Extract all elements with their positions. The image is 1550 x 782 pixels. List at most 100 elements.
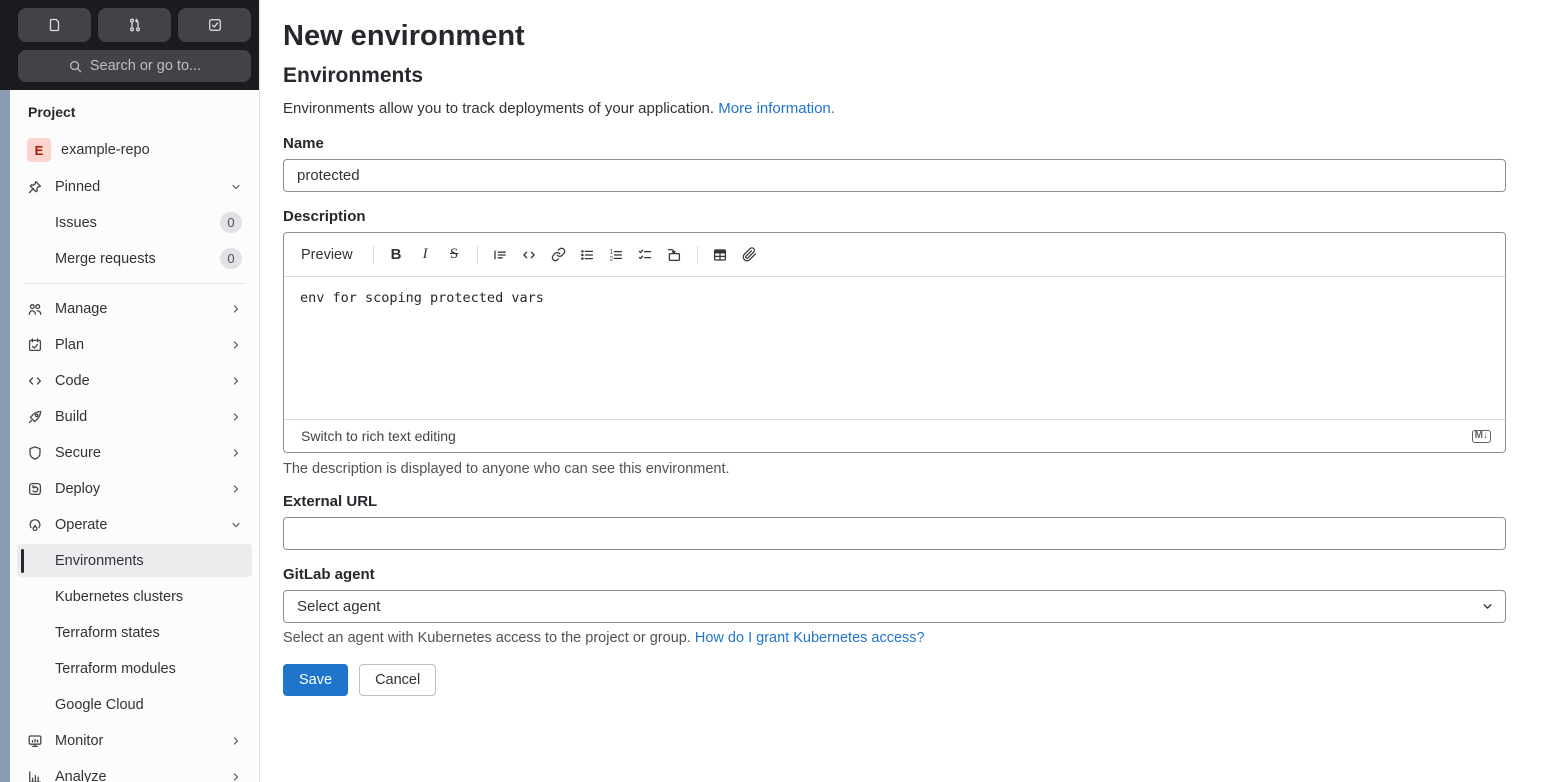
markdown-body: env for scoping protected vars xyxy=(284,277,1505,419)
quote-button[interactable] xyxy=(487,241,514,268)
table-button[interactable] xyxy=(707,241,734,268)
markdown-footer: Switch to rich text editing M↓ xyxy=(284,419,1505,452)
sidebar-item-issues[interactable]: Issues 0 xyxy=(17,206,252,239)
shortcut-row xyxy=(18,8,251,42)
collapsible-section-icon xyxy=(666,247,682,263)
name-input[interactable] xyxy=(283,159,1506,192)
code-icon xyxy=(521,247,537,263)
toolbar-divider xyxy=(372,245,374,264)
sidebar-item-deploy[interactable]: Deploy xyxy=(17,472,252,505)
chevron-right-icon xyxy=(230,483,242,495)
kubernetes-access-link[interactable]: How do I grant Kubernetes access? xyxy=(695,630,925,646)
sidebar-item-project[interactable]: E example-repo xyxy=(17,132,252,168)
external-url-input[interactable] xyxy=(283,517,1506,550)
bullet-list-button[interactable] xyxy=(574,241,601,268)
todo-list-shortcut-button[interactable] xyxy=(178,8,251,42)
intro-text: Environments allow you to track deployme… xyxy=(283,100,835,117)
strikethrough-button[interactable]: S xyxy=(441,241,468,268)
sidebar-item-merge-requests[interactable]: Merge requests 0 xyxy=(17,242,252,275)
sidebar-item-kubernetes-clusters[interactable]: Kubernetes clusters xyxy=(17,580,252,613)
sidebar-item-label: Environments xyxy=(55,552,144,569)
sidebar-item-label: Issues xyxy=(55,214,97,231)
chevron-right-icon xyxy=(230,771,242,782)
code-button[interactable] xyxy=(516,241,543,268)
app-window: Search or go to... Project E example-rep… xyxy=(0,0,1550,782)
sidebar-item-label: Kubernetes clusters xyxy=(55,588,184,605)
agent-helper-text: Select an agent with Kubernetes access t… xyxy=(283,630,925,646)
globe-pod-icon xyxy=(27,517,43,533)
bold-button[interactable]: B xyxy=(383,241,410,268)
agent-select[interactable]: Select agent xyxy=(283,590,1506,623)
more-information-link[interactable]: More information. xyxy=(718,100,835,117)
sidebar-item-pinned[interactable]: Pinned xyxy=(17,170,252,203)
merge-request-icon xyxy=(127,17,143,33)
sidebar-header: Search or go to... xyxy=(10,0,259,90)
sidebar-item-operate[interactable]: Operate xyxy=(17,508,252,541)
todo-check-icon xyxy=(207,17,223,33)
sidebar-item-label: Merge requests xyxy=(55,250,156,267)
section-title: Environments xyxy=(283,64,424,87)
chevron-down-icon xyxy=(230,181,242,193)
italic-icon: I xyxy=(422,246,428,262)
task-list-button[interactable] xyxy=(632,241,659,268)
collapsible-section-button[interactable] xyxy=(661,241,688,268)
description-field-group: Description Preview B I S 1 2 env for sc… xyxy=(283,208,1506,477)
sidebar-item-secure[interactable]: Secure xyxy=(17,436,252,469)
sidebar-item-code[interactable]: Code xyxy=(17,364,252,397)
cancel-button[interactable]: Cancel xyxy=(359,664,437,696)
bold-icon: B xyxy=(390,246,402,263)
sidebar-item-label: Monitor xyxy=(55,732,104,749)
description-textarea[interactable]: env for scoping protected vars xyxy=(300,288,1489,408)
italic-button[interactable]: I xyxy=(412,241,439,268)
table-icon xyxy=(712,247,728,263)
form-actions: Save Cancel xyxy=(283,664,1506,696)
numbered-list-button[interactable]: 12 xyxy=(603,241,630,268)
merge-requests-shortcut-button[interactable] xyxy=(98,8,171,42)
quote-icon xyxy=(492,247,508,263)
project-avatar: E xyxy=(27,138,51,162)
attach-file-button[interactable] xyxy=(736,241,763,268)
agent-field-group: GitLab agent Select agent Select an agen… xyxy=(283,566,1506,646)
markdown-editor: Preview B I S 1 2 env for scoping protec… xyxy=(283,232,1506,453)
project-name: example-repo xyxy=(61,142,150,158)
preview-tab[interactable]: Preview xyxy=(301,247,353,263)
sidebar-item-label: Build xyxy=(55,408,88,425)
search-input[interactable]: Search or go to... xyxy=(18,50,251,82)
chevron-right-icon xyxy=(230,735,242,747)
description-label: Description xyxy=(283,208,366,225)
toolbar-divider xyxy=(696,245,698,264)
issues-shortcut-button[interactable] xyxy=(18,8,91,42)
save-button[interactable]: Save xyxy=(283,664,349,696)
sidebar-item-terraform-states[interactable]: Terraform states xyxy=(17,616,252,649)
sidebar-item-build[interactable]: Build xyxy=(17,400,252,433)
sidebar-item-analyze[interactable]: Analyze xyxy=(17,760,252,782)
issues-icon xyxy=(47,17,63,33)
link-button[interactable] xyxy=(545,241,572,268)
markdown-badge-icon: M↓ xyxy=(1471,429,1491,443)
description-helper-text: The description is displayed to anyone w… xyxy=(283,461,730,477)
chevron-right-icon xyxy=(230,411,242,423)
chevron-right-icon xyxy=(230,447,242,459)
sidebar-item-monitor[interactable]: Monitor xyxy=(17,724,252,757)
switch-to-rich-text-link[interactable]: Switch to rich text editing xyxy=(301,428,456,444)
link-icon xyxy=(551,247,566,262)
sidebar-body: Project E example-repo Pinned Issues 0 M… xyxy=(10,90,259,782)
svg-text:2: 2 xyxy=(610,255,614,262)
sidebar-item-manage[interactable]: Manage xyxy=(17,292,252,325)
calendar-icon xyxy=(27,337,43,353)
chevron-down-icon xyxy=(1481,600,1494,613)
bullet-list-icon xyxy=(579,247,595,263)
sidebar-item-terraform-modules[interactable]: Terraform modules xyxy=(17,652,252,685)
monitor-icon xyxy=(27,733,43,749)
paperclip-icon xyxy=(742,247,757,262)
agent-select-value: Select agent xyxy=(297,598,381,615)
bar-chart-icon xyxy=(27,769,43,782)
sidebar-item-google-cloud[interactable]: Google Cloud xyxy=(17,688,252,721)
main-content: New environment Environments Environment… xyxy=(260,0,1550,782)
sidebar: Search or go to... Project E example-rep… xyxy=(10,0,260,782)
sidebar-item-plan[interactable]: Plan xyxy=(17,328,252,361)
sidebar-item-environments[interactable]: Environments xyxy=(17,544,252,577)
gitlab-agent-label: GitLab agent xyxy=(283,566,375,583)
sidebar-item-label: Code xyxy=(55,372,90,389)
shield-icon xyxy=(27,445,43,461)
